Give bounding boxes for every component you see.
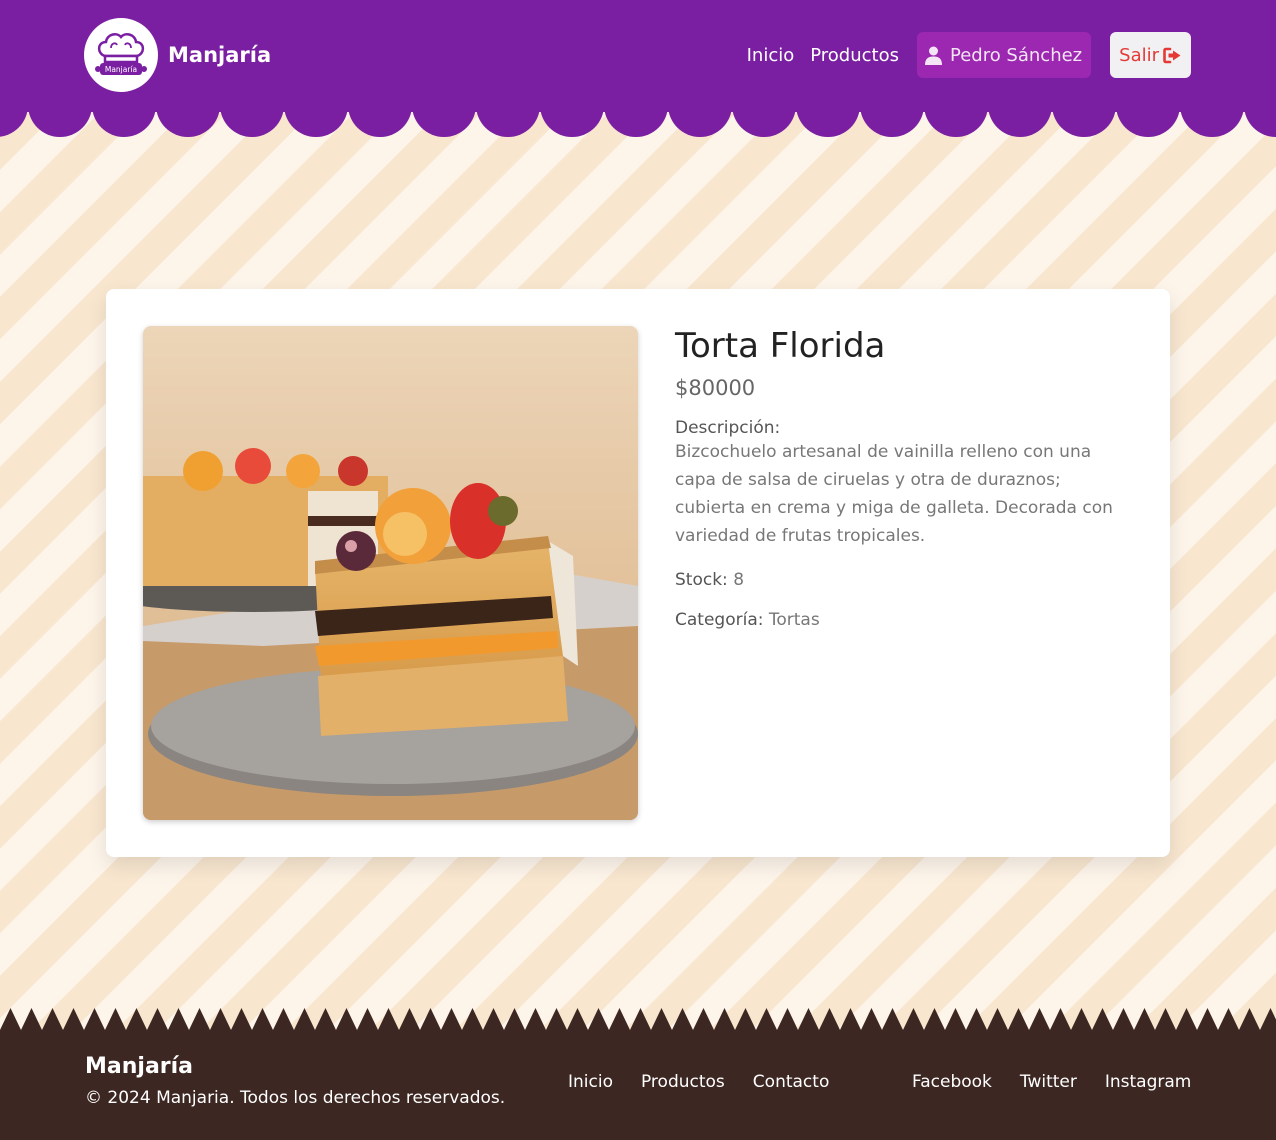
product-image [143, 326, 638, 820]
header-scallop [412, 100, 476, 137]
stock-label: Stock: [675, 569, 728, 590]
description-label: Descripción: [675, 417, 781, 438]
header-scallop [732, 100, 796, 137]
product-info: Torta Florida $80000 Descripción: Bizcoc… [675, 325, 1135, 630]
user-name: Pedro Sánchez [949, 44, 1083, 66]
footer-zigzag-edge [0, 1006, 1276, 1032]
header-scallop [0, 100, 28, 137]
footer-copyright: © 2024 Manjaria. Todos los derechos rese… [85, 1088, 506, 1108]
category-label: Categoría: [675, 609, 764, 630]
site-footer: Manjaría © 2024 Manjaria. Todos los dere… [0, 1030, 1276, 1140]
footer-link-instagram[interactable]: Instagram [1105, 1072, 1192, 1092]
header-scallop [28, 100, 92, 137]
header-scallop [604, 100, 668, 137]
footer-brand: Manjaría [85, 1054, 194, 1079]
category-value: Tortas [768, 609, 820, 630]
header-scallop [860, 100, 924, 137]
header-scallop [1244, 100, 1276, 137]
header-scallop [1180, 100, 1244, 137]
header-scallop [796, 100, 860, 137]
logo: Manjaría [84, 18, 158, 92]
header-scallop [924, 100, 988, 137]
stock-value: 8 [733, 569, 745, 590]
footer-zigzag [0, 1008, 1276, 1032]
product-card: Torta Florida $80000 Descripción: Bizcoc… [106, 289, 1170, 857]
product-title: Torta Florida [675, 326, 886, 366]
category-row: Categoría: Tortas [675, 610, 1135, 630]
footer-nav: Inicio Productos Contacto [568, 1072, 857, 1092]
nav-link-productos[interactable]: Productos [810, 45, 899, 66]
nav-link-inicio[interactable]: Inicio [747, 45, 795, 66]
header-scallop [92, 100, 156, 137]
header-scallop [476, 100, 540, 137]
header-scallop [1116, 100, 1180, 137]
header-scallop [540, 100, 604, 137]
product-price: $80000 [675, 375, 756, 400]
main-nav: Inicio Productos Pedro Sánchez Salir [747, 32, 1191, 78]
logout-label: Salir [1119, 44, 1159, 66]
stock-row: Stock: 8 [675, 570, 1135, 590]
logo-text: Manjaría [105, 65, 137, 74]
logo-link[interactable]: Manjaría Manjaría [84, 18, 271, 92]
footer-link-contacto[interactable]: Contacto [753, 1072, 830, 1092]
header-scallop [988, 100, 1052, 137]
header-scallop [668, 100, 732, 137]
sign-out-icon [1163, 47, 1182, 64]
site-header: Manjaría Manjaría Inicio Productos Pedro… [0, 0, 1276, 112]
header-scallop [220, 100, 284, 137]
footer-link-twitter[interactable]: Twitter [1020, 1072, 1077, 1092]
footer-social: Facebook Twitter Instagram [912, 1072, 1191, 1092]
header-scallop [156, 100, 220, 137]
header-scallop [348, 100, 412, 137]
header-scallop [1052, 100, 1116, 137]
logout-button[interactable]: Salir [1110, 32, 1191, 78]
user-icon [924, 46, 942, 65]
header-scallop [284, 100, 348, 137]
header-scallop-edge [0, 100, 1276, 138]
product-description: Bizcochuelo artesanal de vainilla rellen… [675, 441, 1113, 546]
footer-link-facebook[interactable]: Facebook [912, 1072, 992, 1092]
user-profile-button[interactable]: Pedro Sánchez [916, 32, 1092, 78]
footer-link-inicio[interactable]: Inicio [568, 1072, 613, 1092]
chef-hat-logo-icon: Manjaría [95, 33, 147, 75]
footer-link-productos[interactable]: Productos [641, 1072, 725, 1092]
brand-name: Manjaría [168, 43, 272, 67]
